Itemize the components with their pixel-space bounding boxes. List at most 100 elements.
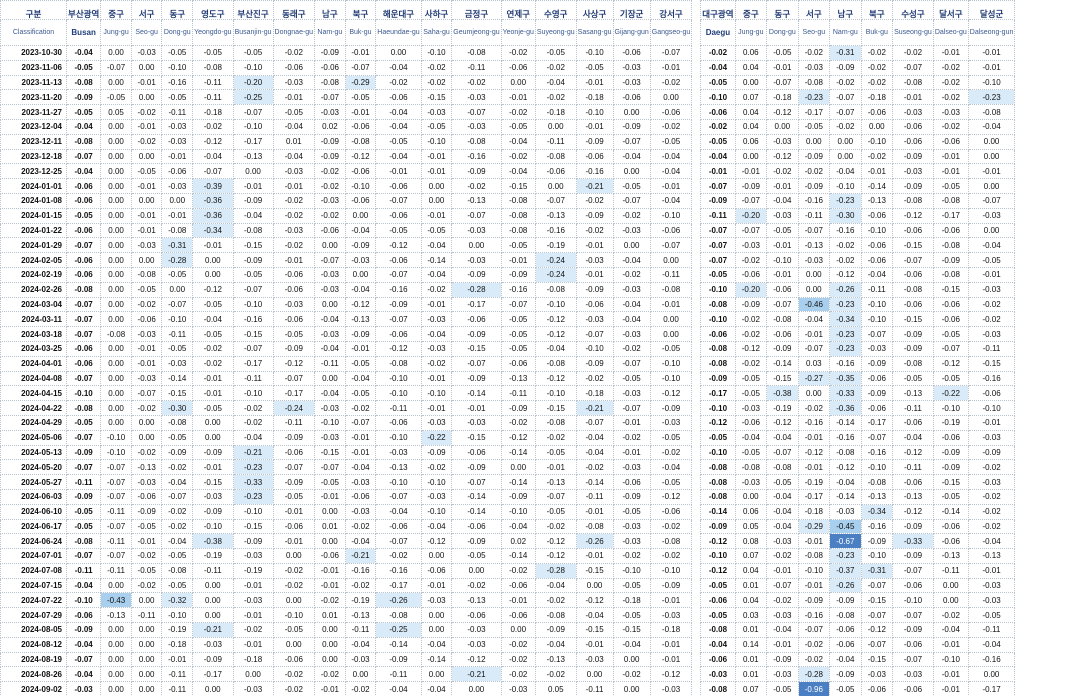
busan-cell[interactable]: -0.02 [575,370,614,387]
daegu-cell[interactable]: -0.08 [860,474,894,490]
busan-cell[interactable]: -0.04 [161,474,194,490]
busan-cell[interactable]: -0.02 [375,548,422,564]
daegu-cell[interactable]: 0.01 [734,622,768,638]
busan-cell[interactable]: 0.00 [314,651,346,668]
busan-cell[interactable]: -0.02 [420,459,453,476]
daegu-cell[interactable]: -0.14 [829,488,862,505]
daegu-cell[interactable]: 0.00 [829,133,862,150]
daegu-cell[interactable]: -0.04 [860,266,894,283]
busan-cell[interactable]: -0.05 [161,45,194,61]
busan-cell[interactable]: 0.00 [161,192,194,209]
daegu-cell[interactable]: -0.05 [700,429,736,446]
busan-cell[interactable]: -0.02 [130,296,163,313]
busan-cell[interactable]: -0.08 [575,518,614,535]
busan-cell[interactable]: -0.06 [500,577,536,594]
busan-cell[interactable]: -0.02 [500,104,536,120]
daegu-cell[interactable]: -0.10 [700,400,736,416]
busan-cell[interactable]: -0.05 [649,474,693,490]
busan-cell[interactable]: -0.01 [649,636,693,653]
busan-cell[interactable]: -0.06 [500,355,536,372]
busan-cell[interactable]: -0.05 [161,89,194,106]
busan-cell[interactable]: 0.00 [344,207,377,224]
daegu-cell[interactable]: -0.06 [892,266,934,283]
daegu-cell[interactable]: -0.09 [829,59,862,76]
busan-cell[interactable]: -0.07 [232,281,274,298]
daegu-cell[interactable]: -0.14 [829,414,862,431]
busan-cell[interactable]: -0.21 [232,444,274,461]
busan-cell[interactable]: -0.18 [575,385,614,402]
daegu-cell[interactable]: -0.09 [892,340,934,357]
daegu-cell[interactable]: -0.11 [892,459,934,476]
daegu-cell[interactable]: -0.07 [860,607,894,624]
daegu-cell[interactable]: 0.00 [734,488,768,505]
busan-cell[interactable]: -0.10 [232,59,274,76]
busan-cell[interactable]: -0.04 [344,459,377,476]
daegu-cell[interactable]: -0.04 [734,429,768,446]
busan-cell[interactable]: -0.06 [65,607,102,624]
busan-cell[interactable]: -0.01 [344,429,377,446]
busan-cell[interactable]: -0.09 [272,429,316,446]
busan-cell[interactable]: -0.12 [500,429,536,446]
busan-cell[interactable]: -0.07 [100,474,132,490]
daegu-cell[interactable]: -0.01 [932,163,969,180]
busan-cell[interactable]: -0.02 [649,118,693,135]
busan-cell[interactable]: -0.04 [272,148,316,165]
busan-cell[interactable]: -0.08 [451,133,502,150]
busan-cell[interactable]: -0.01 [130,340,163,357]
busan-cell[interactable]: -0.09 [575,281,614,298]
daegu-cell[interactable]: -0.96 [797,681,831,696]
daegu-cell[interactable]: -0.03 [892,104,934,120]
busan-cell[interactable]: -0.11 [575,681,614,696]
busan-cell[interactable]: -0.16 [451,148,502,165]
busan-cell[interactable]: 0.00 [130,666,163,683]
daegu-cell[interactable]: -0.14 [700,503,736,520]
daegu-cell[interactable]: -0.23 [829,296,862,313]
busan-cell[interactable]: -0.09 [314,133,346,150]
daegu-cell[interactable]: -0.06 [700,651,736,668]
daegu-cell[interactable]: 0.00 [734,148,768,165]
daegu-cell[interactable]: -0.03 [892,163,934,180]
daegu-cell[interactable]: 0.04 [734,104,768,120]
daegu-cell[interactable]: 0.00 [967,666,1016,683]
busan-cell[interactable]: -0.05 [65,104,102,120]
busan-cell[interactable]: 0.00 [100,681,132,696]
busan-cell[interactable]: -0.05 [272,326,316,342]
busan-cell[interactable]: -0.09 [649,577,693,594]
daegu-cell[interactable]: -0.03 [860,666,894,683]
busan-cell[interactable]: 0.00 [420,548,453,564]
busan-cell[interactable]: -0.10 [612,562,651,579]
busan-cell[interactable]: -0.01 [420,207,453,224]
busan-cell[interactable]: -0.10 [375,385,422,402]
busan-cell[interactable]: -0.04 [575,607,614,624]
busan-cell[interactable]: -0.06 [375,326,422,342]
busan-cell[interactable]: -0.06 [130,311,163,328]
busan-cell[interactable]: -0.10 [65,385,102,402]
daegu-cell[interactable]: -0.06 [860,237,894,254]
busan-cell[interactable]: -0.04 [232,429,274,446]
busan-cell[interactable]: -0.09 [375,296,422,313]
busan-cell[interactable]: -0.10 [575,340,614,357]
busan-cell[interactable]: -0.10 [272,607,316,624]
busan-cell[interactable]: -0.07 [232,104,274,120]
busan-cell[interactable]: -0.04 [161,533,194,550]
daegu-cell[interactable]: -0.03 [700,666,736,683]
daegu-cell[interactable]: -0.16 [967,370,1016,387]
daegu-cell[interactable]: -0.22 [932,385,969,402]
busan-cell[interactable]: -0.06 [314,548,346,564]
busan-cell[interactable]: 0.00 [314,237,346,254]
busan-cell[interactable]: -0.08 [534,148,577,165]
daegu-cell[interactable]: -0.11 [700,207,736,224]
daegu-cell[interactable]: -0.02 [700,45,736,61]
busan-cell[interactable]: -0.08 [130,266,163,283]
daegu-cell[interactable]: 0.07 [734,89,768,106]
busan-cell[interactable]: -0.01 [130,533,163,550]
daegu-cell[interactable]: -0.08 [797,548,831,564]
daegu-cell[interactable]: -0.20 [734,207,768,224]
busan-cell[interactable]: -0.13 [451,592,502,609]
busan-cell[interactable]: 0.00 [420,178,453,194]
busan-cell[interactable]: -0.01 [500,252,536,268]
busan-cell[interactable]: -0.01 [130,355,163,372]
daegu-cell[interactable]: -0.23 [829,326,862,342]
daegu-cell[interactable]: -0.12 [700,533,736,550]
daegu-cell[interactable]: -0.23 [829,192,862,209]
